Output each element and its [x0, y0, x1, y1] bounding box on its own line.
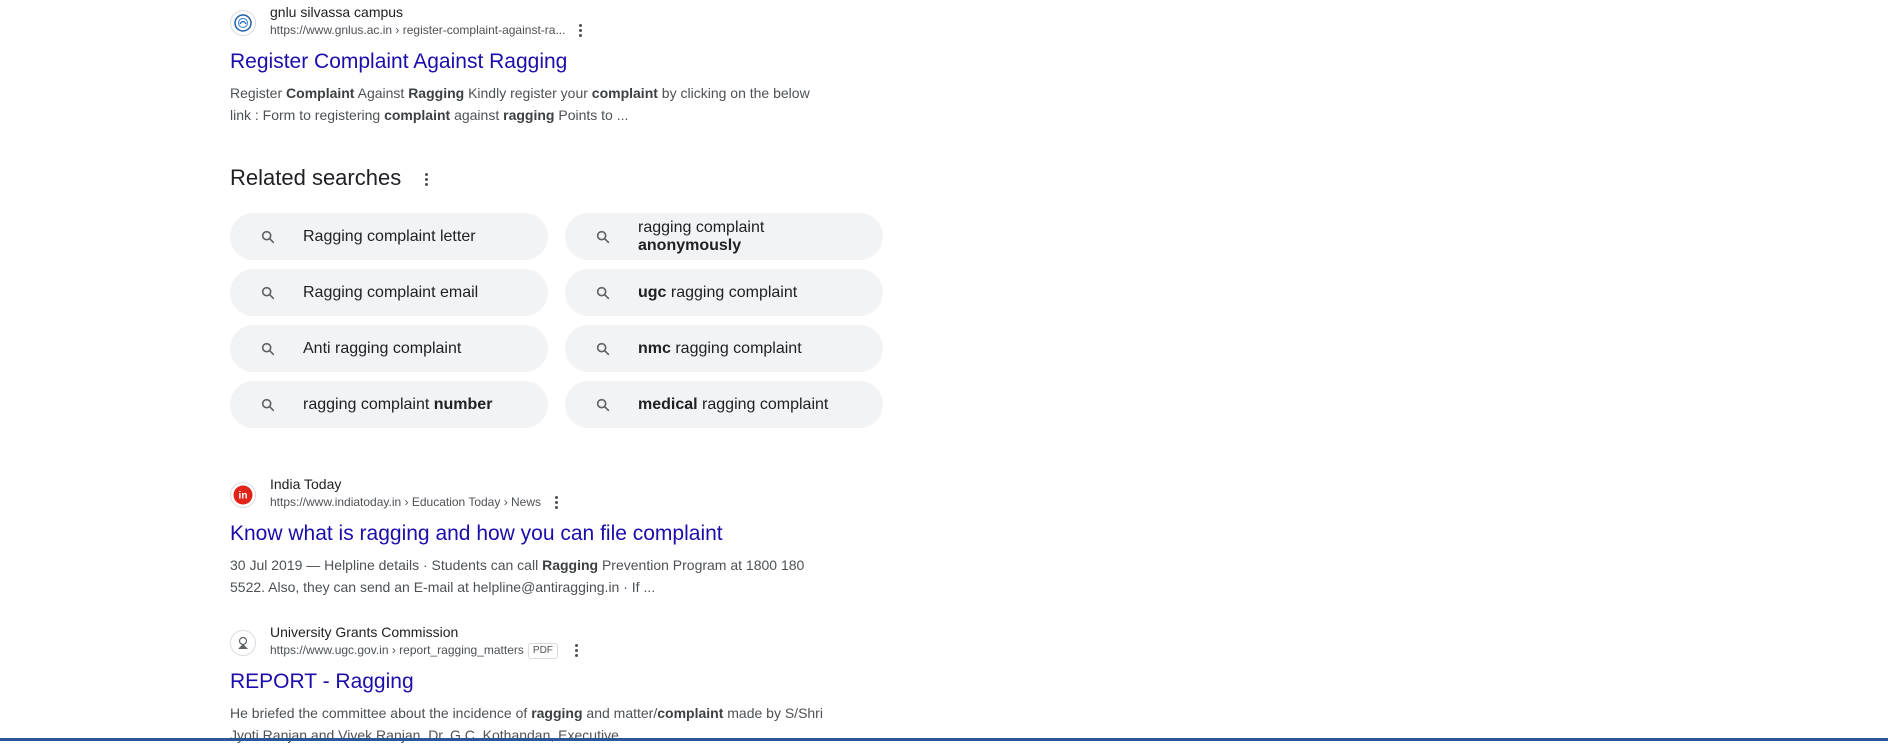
search-icon — [596, 398, 610, 412]
pdf-badge: PDF — [527, 643, 558, 659]
related-search-chip[interactable]: Ragging complaint email — [230, 269, 548, 316]
search-icon — [596, 342, 610, 356]
site-name: University Grants Commission — [270, 624, 459, 640]
bold-term: ugc — [638, 283, 667, 301]
text-run: ragging complaint — [670, 339, 802, 357]
site-url: https://www.gnlus.ac.in › register-compl… — [270, 23, 566, 37]
bold-term: complaint — [657, 705, 724, 721]
related-search-label: ragging complaint number — [303, 396, 528, 414]
result-source[interactable]: in India Today https://www.indiatoday.in… — [230, 476, 850, 516]
search-result-indiatoday: in India Today https://www.indiatoday.in… — [230, 476, 850, 598]
url-text: https://www.ugc.gov.in › report_ragging_… — [270, 643, 524, 657]
result-title-link[interactable]: REPORT - Ragging — [230, 668, 850, 696]
gnlu-logo-icon — [230, 10, 256, 36]
related-search-label: ragging complaint anonymously — [638, 219, 778, 255]
text-run: Register — [230, 85, 287, 101]
search-icon — [261, 342, 275, 356]
text-run: Kindly register your — [464, 85, 592, 101]
related-search-label: medical ragging complaint — [638, 396, 863, 414]
related-search-chip[interactable]: medical ragging complaint — [565, 381, 883, 428]
text-run: ragging complaint — [666, 283, 798, 301]
result-source[interactable]: University Grants Commission https://www… — [230, 624, 850, 664]
text-run: Ragging complaint letter — [303, 227, 476, 245]
related-search-chip[interactable]: Ragging complaint letter — [230, 213, 548, 260]
related-searches-grid: Ragging complaint letter ragging complai… — [230, 213, 890, 428]
search-icon — [596, 286, 610, 300]
text-run: ragging complaint — [697, 395, 829, 413]
text-run: Ragging complaint email — [303, 283, 479, 301]
bold-term: number — [433, 395, 493, 413]
text-run: 30 Jul 2019 — Helpline details · Student… — [230, 557, 543, 573]
more-vert-icon[interactable] — [548, 494, 564, 510]
related-search-label: nmc ragging complaint — [638, 340, 863, 358]
bold-term: anonymously — [638, 236, 742, 254]
bold-term: ragging — [503, 107, 555, 123]
site-name: gnlu silvassa campus — [270, 4, 404, 20]
bold-term: nmc — [638, 339, 671, 357]
text-run: Points to ... — [554, 107, 629, 123]
text-run: He briefed the committee about the incid… — [230, 705, 532, 721]
search-result-ugc: University Grants Commission https://www… — [230, 624, 850, 746]
related-search-chip[interactable]: ragging complaint number — [230, 381, 548, 428]
bold-term: Complaint — [286, 85, 355, 101]
more-vert-icon[interactable] — [572, 22, 588, 38]
related-searches-title: Related searches — [230, 165, 402, 190]
related-search-label: Ragging complaint email — [303, 284, 528, 302]
related-search-chip[interactable]: ugc ragging complaint — [565, 269, 883, 316]
india-today-logo-icon: in — [230, 482, 256, 508]
related-search-label: Anti ragging complaint — [303, 340, 528, 358]
search-icon — [261, 286, 275, 300]
bold-term: Ragging — [542, 557, 599, 573]
result-title-link[interactable]: Know what is ragging and how you can fil… — [230, 520, 850, 548]
ugc-emblem-icon — [230, 630, 256, 656]
search-icon — [261, 230, 275, 244]
related-search-label: ugc ragging complaint — [638, 284, 863, 302]
text-run: and matter/ — [582, 705, 658, 721]
search-icon — [596, 230, 610, 244]
result-title-link[interactable]: Register Complaint Against Ragging — [230, 48, 850, 76]
text-run: against — [450, 107, 504, 123]
bold-term: Ragging — [408, 85, 465, 101]
related-search-chip[interactable]: ragging complaint anonymously — [565, 213, 883, 260]
related-searches: Related searches Ragging complaint lette… — [230, 164, 890, 428]
bold-term: medical — [638, 395, 698, 413]
result-source[interactable]: gnlu silvassa campus https://www.gnlus.a… — [230, 4, 850, 44]
text-run: ragging complaint — [638, 218, 765, 236]
bold-term: complaint — [384, 107, 451, 123]
search-result-gnlu: gnlu silvassa campus https://www.gnlus.a… — [230, 4, 850, 126]
result-snippet: 30 Jul 2019 — Helpline details · Student… — [230, 554, 830, 598]
site-url: https://www.ugc.gov.in › report_ragging_… — [270, 643, 558, 659]
site-name: India Today — [270, 476, 342, 492]
search-icon — [261, 398, 275, 412]
related-search-chip[interactable]: nmc ragging complaint — [565, 325, 883, 372]
related-search-chip[interactable]: Anti ragging complaint — [230, 325, 548, 372]
site-url: https://www.indiatoday.in › Education To… — [270, 495, 542, 509]
result-snippet: Register Complaint Against Ragging Kindl… — [230, 82, 830, 126]
more-vert-icon[interactable] — [418, 171, 434, 187]
text-run: ragging complaint — [303, 395, 434, 413]
more-vert-icon[interactable] — [568, 642, 584, 658]
text-run: Against — [354, 85, 409, 101]
related-searches-header: Related searches — [230, 164, 890, 194]
related-search-label: Ragging complaint letter — [303, 228, 528, 246]
svg-text:in: in — [239, 491, 248, 502]
bold-term: complaint — [591, 85, 658, 101]
bold-term: ragging — [531, 705, 583, 721]
text-run: Anti ragging complaint — [303, 339, 462, 357]
